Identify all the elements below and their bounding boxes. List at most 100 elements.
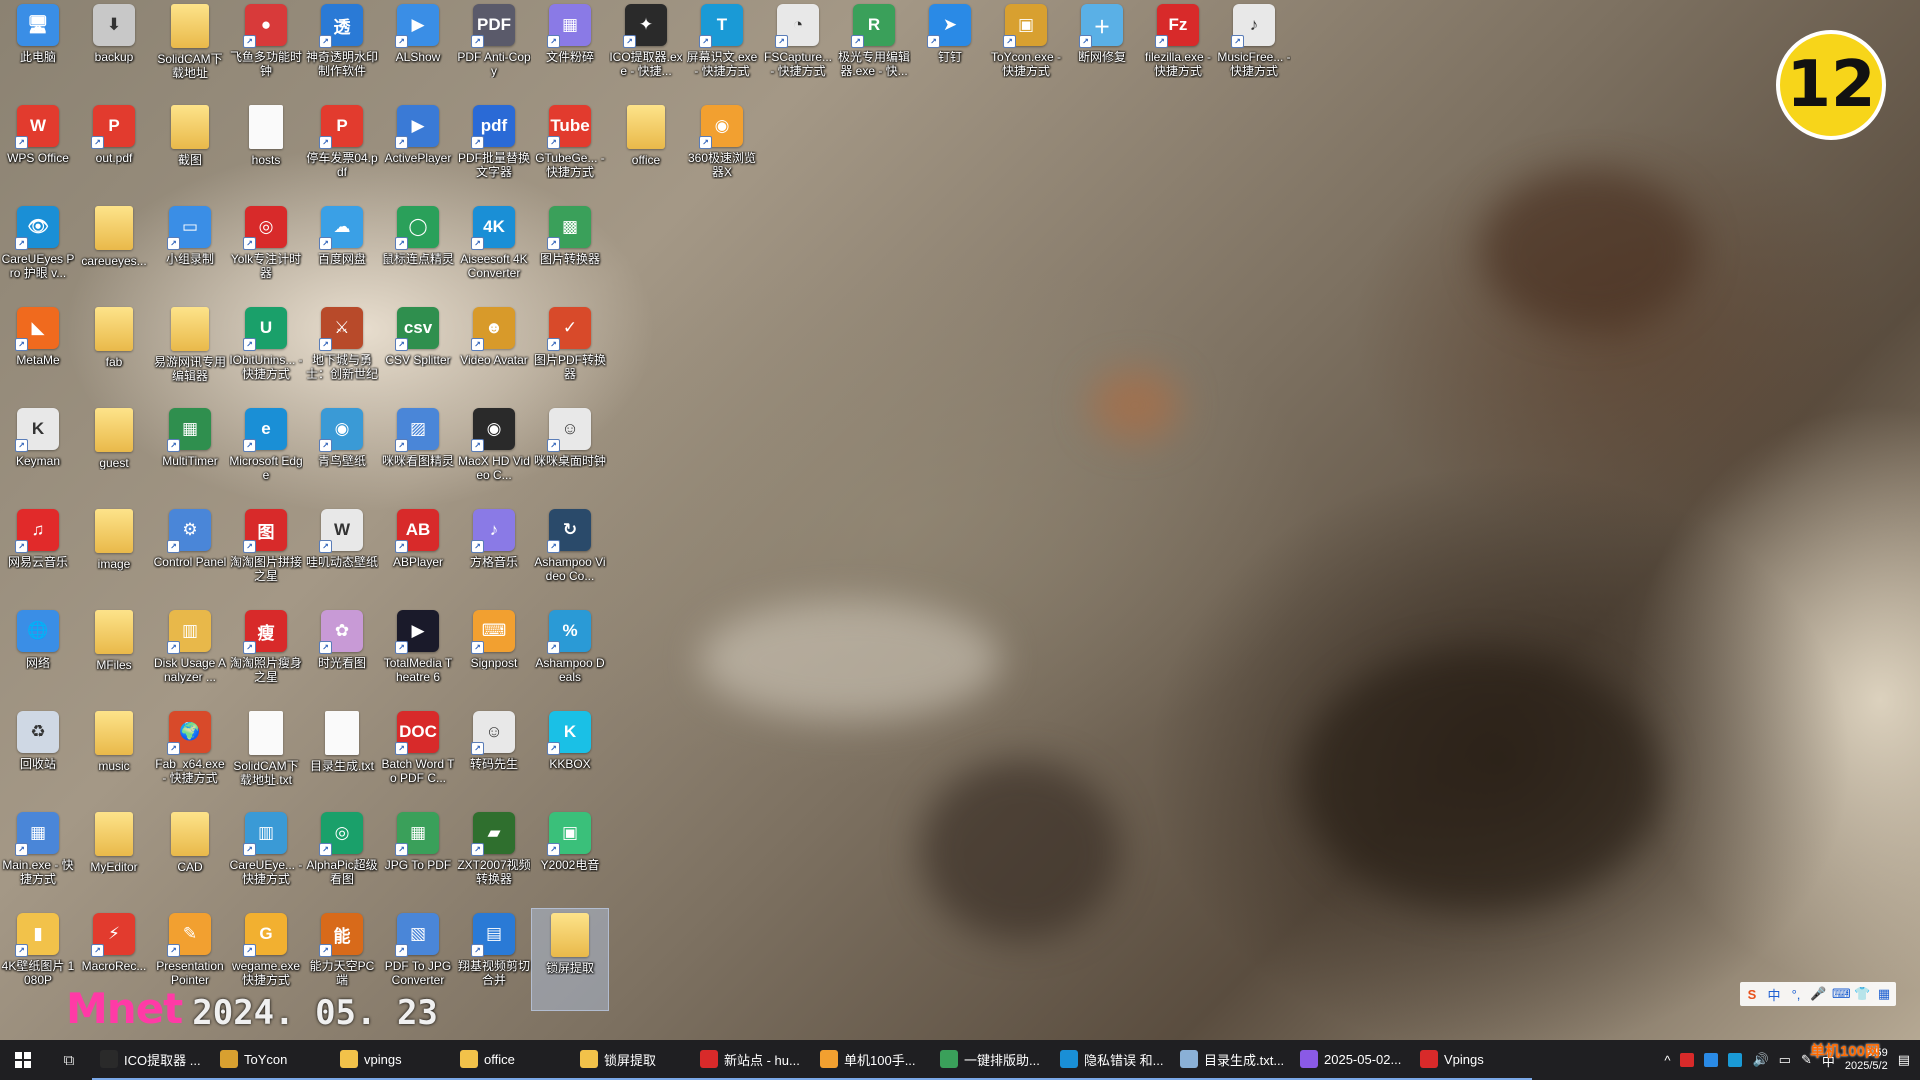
desktop-icon[interactable]: T ↗ 屏幕识文.exe - 快捷方式 xyxy=(684,0,760,101)
desktop-icon[interactable]: SolidCAM下载地址.txt xyxy=(228,707,304,808)
desktop-icon[interactable]: 锁屏提取 xyxy=(531,908,609,1011)
ime-tool-icon[interactable]: °, xyxy=(1788,987,1804,1002)
taskbar-app-button[interactable]: Vpings xyxy=(1412,1040,1532,1080)
desktop-icon[interactable]: PDF ↗ PDF Anti-Copy xyxy=(456,0,532,101)
desktop-icon[interactable]: Fz ↗ filezilla.exe - 快捷方式 xyxy=(1140,0,1216,101)
desktop-icon[interactable]: ↻ ↗ Ashampoo Video Co... xyxy=(532,505,608,606)
desktop-icon[interactable]: % ↗ Ashampoo Deals xyxy=(532,606,608,707)
start-button[interactable] xyxy=(0,1040,46,1080)
ime-tool-icon[interactable]: ▦ xyxy=(1876,986,1892,1002)
desktop-icon[interactable]: AB ↗ ABPlayer xyxy=(380,505,456,606)
desktop-icon[interactable]: e ↗ Microsoft Edge xyxy=(228,404,304,505)
taskbar-app-button[interactable]: 单机100手... xyxy=(812,1040,932,1080)
taskbar-app-button[interactable]: 新站点 - hu... xyxy=(692,1040,812,1080)
desktop-icon[interactable]: ☁ ↗ 百度网盘 xyxy=(304,202,380,303)
taskbar-app-button[interactable]: office xyxy=(452,1040,572,1080)
desktop-icon[interactable]: ➤ ↗ 钉钉 xyxy=(912,0,988,101)
desktop-icon[interactable]: 瘦 ↗ 淘淘照片瘦身之星 xyxy=(228,606,304,707)
tray-app-icon[interactable] xyxy=(1680,1053,1695,1067)
desktop-icon[interactable]: ◉ ↗ 青鸟壁纸 xyxy=(304,404,380,505)
ime-tool-icon[interactable]: 中 xyxy=(1766,985,1782,1004)
desktop-icon[interactable]: ▮ ↗ 4K壁纸图片 1080P xyxy=(0,909,76,1010)
desktop-icon[interactable]: ◯ ↗ 鼠标连点精灵 xyxy=(380,202,456,303)
desktop-icon[interactable]: MFiles xyxy=(76,606,152,707)
ime-tool-icon[interactable]: 👕 xyxy=(1854,986,1870,1002)
desktop-icon[interactable]: ⬇ backup xyxy=(76,0,152,101)
desktop-icon[interactable]: ✓ ↗ 图片PDF转换器 xyxy=(532,303,608,404)
desktop-icon[interactable]: ▶ ↗ TotalMedia Theatre 6 xyxy=(380,606,456,707)
desktop-icon[interactable]: Tube ↗ GTubeGe... - 快捷方式 xyxy=(532,101,608,202)
desktop-icon[interactable]: P ↗ out.pdf xyxy=(76,101,152,202)
desktop-icon[interactable]: 易游网讯专用编辑器 xyxy=(152,303,228,404)
desktop-icon[interactable]: ♪ ↗ MusicFree... - 快捷方式 xyxy=(1216,0,1292,101)
desktop-icon[interactable]: K ↗ Keyman xyxy=(0,404,76,505)
desktop-icon[interactable]: ▥ ↗ Disk Usage Analyzer ... xyxy=(152,606,228,707)
desktop-icon[interactable]: 4K ↗ Aiseesoft 4K Converter xyxy=(456,202,532,303)
desktop-icon[interactable]: R ↗ 极光专用编辑器.exe - 快... xyxy=(836,0,912,101)
taskbar-app-button[interactable]: ICO提取器 ... xyxy=(92,1040,212,1080)
desktop-icon[interactable]: music xyxy=(76,707,152,808)
desktop-icon[interactable]: 透 ↗ 神奇透明水印制作软件 xyxy=(304,0,380,101)
desktop-icon[interactable]: pdf ↗ PDF批量替换文字器 xyxy=(456,101,532,202)
desktop-icon[interactable]: ⌨ ↗ Signpost xyxy=(456,606,532,707)
desktop-icon[interactable]: 图 ↗ 淘淘图片拼接之星 xyxy=(228,505,304,606)
desktop-icon[interactable]: ▨ ↗ 咪咪看图精灵 xyxy=(380,404,456,505)
desktop-icon[interactable]: ＋ ↗ 断网修复 xyxy=(1064,0,1140,101)
desktop-icon[interactable]: ⚔ ↗ 地下城与勇士：创新世纪 xyxy=(304,303,380,404)
taskbar-app-button[interactable]: 锁屏提取 xyxy=(572,1040,692,1080)
desktop-icon[interactable]: ◉ ↗ 360极速浏览器X xyxy=(684,101,760,202)
desktop-icon[interactable]: ▤ ↗ 翔基视频剪切合并 xyxy=(456,909,532,1010)
ime-toolbar[interactable]: S 中 °, 🎤 ⌨ 👕 ▦ xyxy=(1740,982,1896,1006)
desktop-icon[interactable]: SolidCAM下载地址 xyxy=(152,0,228,101)
sogou-logo-icon[interactable]: S xyxy=(1744,987,1760,1002)
desktop-icon[interactable]: ◎ ↗ Yolk专注计时器 xyxy=(228,202,304,303)
taskbar-app-button[interactable]: 隐私错误 和... xyxy=(1052,1040,1172,1080)
desktop-icon[interactable]: MyEditor xyxy=(76,808,152,909)
desktop-icon[interactable]: 目录生成.txt xyxy=(304,707,380,808)
desktop-icon[interactable]: 🌍 ↗ Fab_x64.exe - 快捷方式 xyxy=(152,707,228,808)
tray-app-icon[interactable] xyxy=(1728,1053,1743,1067)
taskbar-app-button[interactable]: ToYcon xyxy=(212,1040,332,1080)
desktop-icon[interactable]: fab xyxy=(76,303,152,404)
desktop-icon[interactable]: ☺ ↗ 转码先生 xyxy=(456,707,532,808)
desktop-icon[interactable]: ✦ ↗ ICO提取器.exe - 快捷... xyxy=(608,0,684,101)
taskbar-app-button[interactable]: vpings xyxy=(332,1040,452,1080)
desktop-icon[interactable]: ◣ ↗ MetaMe xyxy=(0,303,76,404)
taskbar-app-button[interactable]: 目录生成.txt... xyxy=(1172,1040,1292,1080)
desktop-icon[interactable]: ▭ ↗ 小组录制 xyxy=(152,202,228,303)
desktop-icon[interactable]: ▰ ↗ ZXT2007视频转换器 xyxy=(456,808,532,909)
task-view-button[interactable]: ⧉ xyxy=(46,1040,92,1080)
desktop-icon[interactable]: ▦ ↗ 文件粉碎 xyxy=(532,0,608,101)
desktop-icon[interactable]: ▥ ↗ CareUEye... - 快捷方式 xyxy=(228,808,304,909)
ime-tool-icon[interactable]: ⌨ xyxy=(1832,986,1851,1002)
desktop-icon[interactable]: DOC ↗ Batch Word To PDF C... xyxy=(380,707,456,808)
desktop-icon[interactable]: U ↗ IObitUnins... - 快捷方式 xyxy=(228,303,304,404)
desktop-icon[interactable]: ☺ ↗ 咪咪桌面时钟 xyxy=(532,404,608,505)
desktop-icon[interactable]: ● ↗ 飞鱼多功能时钟 xyxy=(228,0,304,101)
desktop-icon[interactable]: ▶ ↗ ALShow xyxy=(380,0,456,101)
desktop-icon[interactable]: ◔ ↗ FSCapture... - 快捷方式 xyxy=(760,0,836,101)
desktop-icon[interactable]: csv ↗ CSV Splitter xyxy=(380,303,456,404)
desktop-icon[interactable]: hosts xyxy=(228,101,304,202)
desktop-icon[interactable]: 🖥 此电脑 xyxy=(0,0,76,101)
desktop-icon[interactable]: ▣ ↗ ToYcon.exe - 快捷方式 xyxy=(988,0,1064,101)
desktop-icon[interactable]: CAD xyxy=(152,808,228,909)
taskbar-app-button[interactable]: 2025-05-02... xyxy=(1292,1040,1412,1080)
desktop-icon[interactable]: 🌐 网络 xyxy=(0,606,76,707)
desktop-icon[interactable]: ♪ ↗ 方格音乐 xyxy=(456,505,532,606)
desktop-icon[interactable]: careueyes... xyxy=(76,202,152,303)
desktop-icon[interactable]: ◎ ↗ AlphaPic超级看图 xyxy=(304,808,380,909)
desktop-icon[interactable]: ▦ ↗ Main.exe - 快捷方式 xyxy=(0,808,76,909)
desktop-icon[interactable]: office xyxy=(608,101,684,202)
desktop-icon[interactable]: ▣ ↗ Y2002电音 xyxy=(532,808,608,909)
desktop-icon[interactable]: 👁 ↗ CareUEyes Pro 护眼 v... xyxy=(0,202,76,303)
desktop-icon[interactable]: ♻ 回收站 xyxy=(0,707,76,808)
desktop-icon[interactable]: 截图 xyxy=(152,101,228,202)
desktop-icon[interactable]: W ↗ 哇叽动态壁纸 xyxy=(304,505,380,606)
desktop-icon[interactable]: image xyxy=(76,505,152,606)
taskbar-app-button[interactable]: 一键排版助... xyxy=(932,1040,1052,1080)
desktop-icon[interactable]: P ↗ 停车发票04.pdf xyxy=(304,101,380,202)
desktop-icon[interactable]: K ↗ KKBOX xyxy=(532,707,608,808)
desktop-icon[interactable]: W ↗ WPS Office xyxy=(0,101,76,202)
chevron-up-icon[interactable]: ^ xyxy=(1664,1053,1670,1068)
